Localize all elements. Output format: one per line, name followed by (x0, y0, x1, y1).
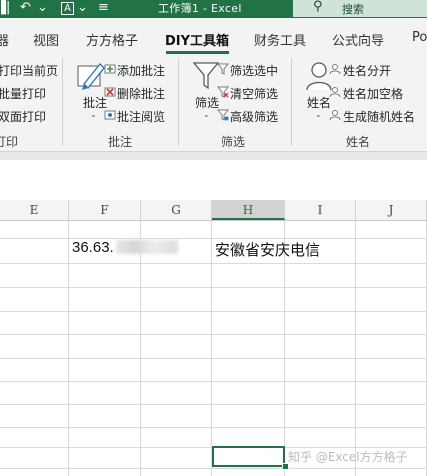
comment-pen-icon (77, 62, 105, 90)
random-name-icon (329, 110, 341, 121)
tab-finance-tools[interactable]: 财务工具 (254, 30, 306, 49)
filter-group-label: 筛选 (221, 135, 246, 149)
add-comment-icon (104, 64, 116, 74)
tab-fangfang-gezi[interactable]: 方方格子 (86, 30, 138, 49)
advanced-filter-icon (217, 109, 229, 121)
blurred-redaction (116, 240, 178, 254)
group-divider (62, 58, 63, 146)
filter-selected-icon (217, 63, 229, 75)
tab-partial[interactable]: 器 (0, 30, 9, 49)
ribbon-body: 打印当前页 批量打印 双面打印 打印 批注 ⌄ 添加批注 删除批注 批注阅览 批… (0, 54, 427, 152)
name-group-label: 姓名 (346, 135, 371, 149)
active-cell-selection[interactable] (212, 446, 285, 467)
column-header-i[interactable]: I (285, 200, 356, 220)
generate-random-name-button[interactable]: 生成随机姓名 (343, 108, 415, 125)
formula-bar[interactable] (0, 160, 427, 201)
split-name-button[interactable]: 姓名分开 (343, 62, 391, 79)
title-bar: ▐ | ↶ ⌄ A ⌄ ≡ 工作簿1 - Excel ⚲ 搜索 (0, 0, 427, 18)
filter-selected-button[interactable]: 筛选选中 (230, 62, 278, 79)
clear-filter-icon (217, 86, 229, 98)
clear-filter-button[interactable]: 清空筛选 (230, 85, 278, 102)
watermark: 知乎 @Excel方方格子 (288, 450, 408, 464)
ribbon-shadow (0, 152, 427, 160)
customize-qat-icon[interactable]: ≡ (98, 1, 109, 15)
delete-comment-icon (104, 87, 116, 97)
cell-grid[interactable]: 36.63. 安徽省安庆电信 知乎 @Excel方方格子 (0, 221, 427, 476)
delete-comment-button[interactable]: 删除批注 (117, 85, 165, 102)
comment-dropdown-icon[interactable]: ⌄ (90, 110, 97, 119)
column-header-e[interactable]: E (0, 200, 69, 220)
group-divider (178, 58, 179, 146)
name-add-space-button[interactable]: 姓名加空格 (343, 85, 403, 102)
tab-diy-toolbox[interactable]: DIY工具箱 (165, 30, 229, 49)
duplex-print-button[interactable]: 双面打印 (0, 108, 46, 125)
undo-icon[interactable]: ↶ (20, 1, 31, 15)
undo-dropdown-icon[interactable]: ⌄ (37, 1, 48, 15)
filter-funnel-icon (192, 62, 220, 90)
search-icon: ⚲ (313, 0, 323, 14)
name-add-space-icon (329, 87, 341, 98)
print-group-label: 打印 (0, 135, 19, 149)
group-divider (291, 58, 292, 146)
column-header-h[interactable]: H (212, 200, 285, 220)
ribbon-tabs: 器 视图 方方格子 DIY工具箱 财务工具 公式向导 Po (0, 18, 427, 54)
format-a-icon[interactable]: A (61, 2, 74, 15)
window-title: 工作簿1 - Excel (158, 2, 242, 15)
add-comment-button[interactable]: 添加批注 (117, 62, 165, 79)
search-label: 搜索 (342, 3, 364, 16)
split-name-icon (329, 64, 341, 75)
search-box[interactable]: ⚲ 搜索 (293, 0, 427, 17)
advanced-filter-button[interactable]: 高级筛选 (230, 108, 278, 125)
column-header-g[interactable]: G (141, 200, 212, 220)
batch-print-button[interactable]: 批量打印 (0, 85, 46, 102)
column-header-j[interactable]: J (356, 200, 427, 220)
view-comments-button[interactable]: 批注阅览 (117, 108, 165, 125)
name-button[interactable]: 姓名 (307, 94, 331, 111)
format-dropdown-icon[interactable]: ⌄ (77, 1, 88, 15)
name-dropdown-icon[interactable]: ⌄ (315, 110, 322, 119)
column-header-f[interactable]: F (69, 200, 141, 220)
qat-divider: | (6, 0, 11, 15)
cell-h-location-value[interactable]: 安徽省安庆电信 (215, 239, 320, 260)
filter-button[interactable]: 筛选 (195, 94, 219, 111)
comment-group-label: 批注 (108, 135, 133, 149)
column-header-row: E F G H I J (0, 200, 427, 221)
view-comments-icon (104, 110, 116, 120)
tab-view[interactable]: 视图 (33, 30, 59, 49)
cell-f-ip-value[interactable]: 36.63. (72, 239, 114, 256)
print-current-page-button[interactable]: 打印当前页 (0, 62, 58, 79)
tab-formula-wizard[interactable]: 公式向导 (332, 30, 384, 49)
filter-dropdown-icon[interactable]: ⌄ (203, 110, 210, 119)
tab-power-partial[interactable]: Po (412, 30, 427, 45)
